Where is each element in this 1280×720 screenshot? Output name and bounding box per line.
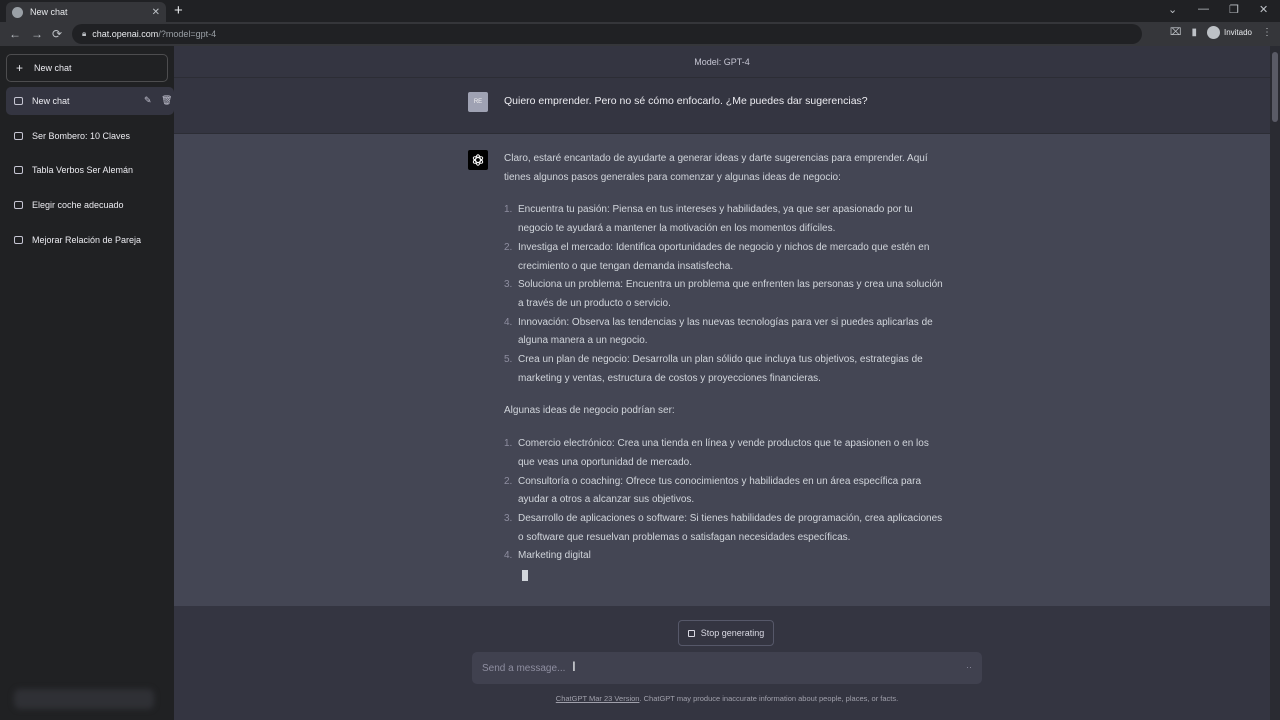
new-chat-button[interactable]: + New chat [6, 54, 168, 82]
conversation-label: Elegir coche adecuado [32, 200, 124, 210]
forward-button[interactable]: → [31, 27, 43, 41]
scrollbar-thumb[interactable] [1272, 52, 1278, 122]
steps-list: 1. Encuentra tu pasión: Piensa en tus int… [504, 201, 944, 388]
stop-generating-button[interactable]: Stop generating [678, 620, 774, 646]
browser-tab[interactable]: New chat ✕ [6, 2, 166, 22]
edit-icon[interactable]: ✎ [144, 95, 152, 106]
translate-icon[interactable]: ⌧ [1170, 27, 1182, 38]
conversation-label: Ser Bombero: 10 Claves [32, 131, 131, 141]
back-button[interactable]: ← [9, 27, 21, 41]
typing-cursor [522, 570, 528, 582]
conversation-label: New chat [32, 96, 70, 106]
close-window-button[interactable]: ✕ [1259, 3, 1268, 16]
ideas-intro: Algunas ideas de negocio podrían ser: [504, 405, 675, 417]
chat-bubble-icon [14, 166, 23, 174]
chat-bubble-icon [14, 132, 23, 140]
user-avatar: RE [468, 92, 488, 112]
list-item: 3. Soluciona un problema: Encuentra un pr… [504, 279, 943, 309]
message-input[interactable] [482, 662, 942, 674]
message-input-box[interactable]: ·· [472, 652, 982, 684]
conversation-item[interactable]: Elegir coche adecuado [6, 191, 174, 219]
list-item: 1. Encuentra tu pasión: Piensa en tus int… [504, 204, 913, 235]
reload-button[interactable]: ⟳ [52, 27, 62, 41]
conversation-item[interactable]: Mejorar Relación de Pareja [6, 226, 174, 254]
tab-search-icon[interactable]: ⌄ [1168, 3, 1177, 16]
chat-bubble-icon [14, 236, 23, 244]
conversation-label: Mejorar Relación de Pareja [32, 235, 142, 245]
list-item: 5. Crea un plan de negocio: Desarrolla un… [504, 354, 923, 384]
address-bar: ← → ⟳ 🔒︎ chat.openai.com /?model=gpt-4 ⌧… [0, 22, 1280, 46]
chat-main: Model: GPT-4 RE Quiero emprender. Pero n… [174, 46, 1270, 720]
new-tab-button[interactable]: + [174, 3, 183, 19]
url-field[interactable]: 🔒︎ chat.openai.com /?model=gpt-4 [72, 24, 1142, 44]
conversation-label: Tabla Verbos Ser Alemán [32, 165, 134, 175]
composer-area: Stop generating ·· I ChatGPT Mar 23 Vers… [174, 606, 1270, 720]
user-message: Quiero emprender. Pero no sé cómo enfoca… [504, 95, 868, 107]
url-host: chat.openai.com [92, 29, 159, 39]
list-item: 2. Investiga el mercado: Identifica oport… [504, 241, 930, 272]
list-item: 4. Marketing digital [504, 550, 591, 562]
version-link[interactable]: ChatGPT Mar 23 Version [556, 694, 640, 703]
list-item: 4. Innovación: Observa las tendencias y l… [504, 316, 933, 347]
profile-label: Invitado [1223, 28, 1252, 37]
stop-icon [687, 629, 695, 637]
openai-favicon-icon [12, 6, 23, 18]
conversation-item[interactable]: New chat ✎ 🗑︎ [6, 87, 174, 115]
tab-title: New chat [30, 7, 68, 17]
footer-note: ChatGPT Mar 23 Version. ChatGPT may prod… [174, 694, 1280, 703]
disclaimer-text: . ChatGPT may produce inaccurate informa… [639, 694, 899, 703]
browser-tab-bar: New chat ✕ + ⌄ — ❐ ✕ [0, 0, 1280, 22]
list-item: 3. Desarrollo de aplicaciones o software:… [504, 512, 943, 543]
stop-label: Stop generating [700, 628, 765, 638]
sidebar: + New chat New chat ✎ 🗑︎ Ser Bombero: 10… [0, 46, 174, 720]
account-menu-blurred[interactable] [14, 689, 154, 709]
assistant-message-row: Claro, estaré encantado de ayudarte a ge… [174, 134, 1270, 606]
delete-icon[interactable]: 🗑︎ [161, 95, 172, 106]
assistant-message: Claro, estaré encantado de ayudarte a ge… [504, 150, 944, 589]
scrollbar[interactable] [1270, 46, 1280, 720]
assistant-intro: Claro, estaré encantado de ayudarte a ge… [504, 153, 928, 183]
tab-close-icon[interactable]: ✕ [152, 7, 160, 18]
mouse-text-cursor-icon: I [572, 658, 576, 674]
openai-logo-icon [468, 150, 488, 170]
list-item: 2. Consultoría o coaching: Ofrece tus con… [504, 475, 922, 506]
user-message-row: RE Quiero emprender. Pero no sé cómo enf… [174, 78, 1270, 134]
side-panel-icon[interactable]: ▮ [1191, 27, 1197, 38]
model-label: Model: GPT-4 [174, 46, 1270, 78]
restore-button[interactable]: ❐ [1229, 3, 1239, 16]
list-item: 1. Comercio electrónico: Crea una tienda … [504, 438, 929, 468]
avatar-icon [1206, 26, 1220, 39]
url-path: /?model=gpt-4 [158, 29, 217, 39]
more-menu-icon[interactable]: ⋮ [1262, 27, 1272, 38]
conversation-item[interactable]: Ser Bombero: 10 Claves [6, 122, 174, 150]
chat-bubble-icon [14, 201, 23, 209]
conversation-item[interactable]: Tabla Verbos Ser Alemán [6, 156, 174, 184]
loading-dots-icon: ·· [966, 662, 972, 672]
chat-bubble-icon [14, 97, 23, 105]
ideas-list: 1. Comercio electrónico: Crea una tienda … [504, 435, 944, 566]
new-chat-label: New chat [34, 63, 72, 73]
profile-button[interactable]: Invitado [1206, 26, 1252, 39]
lock-icon: 🔒︎ [82, 29, 87, 38]
minimize-button[interactable]: — [1198, 3, 1209, 15]
plus-icon: + [16, 61, 24, 75]
